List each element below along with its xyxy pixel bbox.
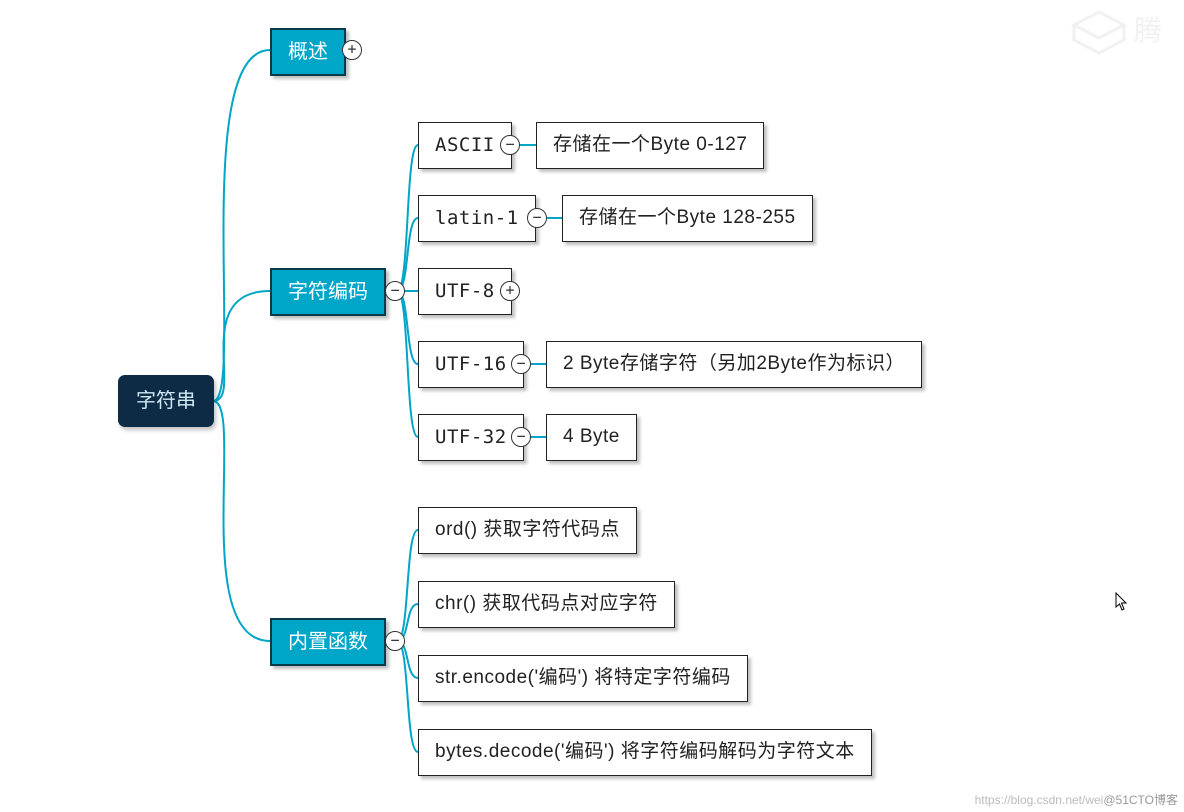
leaf-chr[interactable]: chr() 获取代码点对应字符 (418, 581, 675, 628)
leaf-utf32-desc[interactable]: 4 Byte (546, 414, 637, 461)
leaf-utf32[interactable]: UTF-32 (418, 414, 524, 461)
expand-icon[interactable]: + (500, 281, 520, 301)
collapse-icon[interactable]: − (511, 354, 531, 374)
collapse-icon[interactable]: − (500, 135, 520, 155)
collapse-icon[interactable]: − (511, 427, 531, 447)
branch-encoding[interactable]: 字符编码 (270, 268, 386, 316)
leaf-utf8[interactable]: UTF-8 (418, 268, 512, 315)
leaf-latin1[interactable]: latin-1 (418, 195, 536, 242)
collapse-icon[interactable]: − (385, 281, 405, 301)
branch-builtins[interactable]: 内置函数 (270, 618, 386, 666)
collapse-icon[interactable]: − (385, 631, 405, 651)
leaf-utf16-desc[interactable]: 2 Byte存储字符（另加2Byte作为标识） (546, 341, 922, 388)
watermark-text: https://blog.csdn.net/wei@51CTO博客 (975, 791, 1178, 808)
leaf-decode[interactable]: bytes.decode('编码') 将字符编码解码为字符文本 (418, 729, 872, 776)
leaf-encode[interactable]: str.encode('编码') 将特定字符编码 (418, 655, 748, 702)
root-node[interactable]: 字符串 (118, 375, 214, 427)
leaf-ascii-desc[interactable]: 存储在一个Byte 0-127 (536, 122, 764, 169)
leaf-utf16[interactable]: UTF-16 (418, 341, 524, 388)
branch-overview[interactable]: 概述 (270, 28, 346, 76)
cursor-icon (1115, 592, 1129, 612)
leaf-ascii[interactable]: ASCII (418, 122, 512, 169)
svg-text:腾: 腾 (1134, 15, 1162, 46)
collapse-icon[interactable]: − (527, 208, 547, 228)
mindmap-canvas: 字符串 概述 + 字符编码 − ASCII − 存储在一个Byte 0-127 … (0, 0, 1184, 812)
watermark-logo: 腾 (1064, 0, 1184, 75)
leaf-ord[interactable]: ord() 获取字符代码点 (418, 507, 637, 554)
leaf-latin1-desc[interactable]: 存储在一个Byte 128-255 (562, 195, 813, 242)
expand-icon[interactable]: + (342, 40, 362, 60)
